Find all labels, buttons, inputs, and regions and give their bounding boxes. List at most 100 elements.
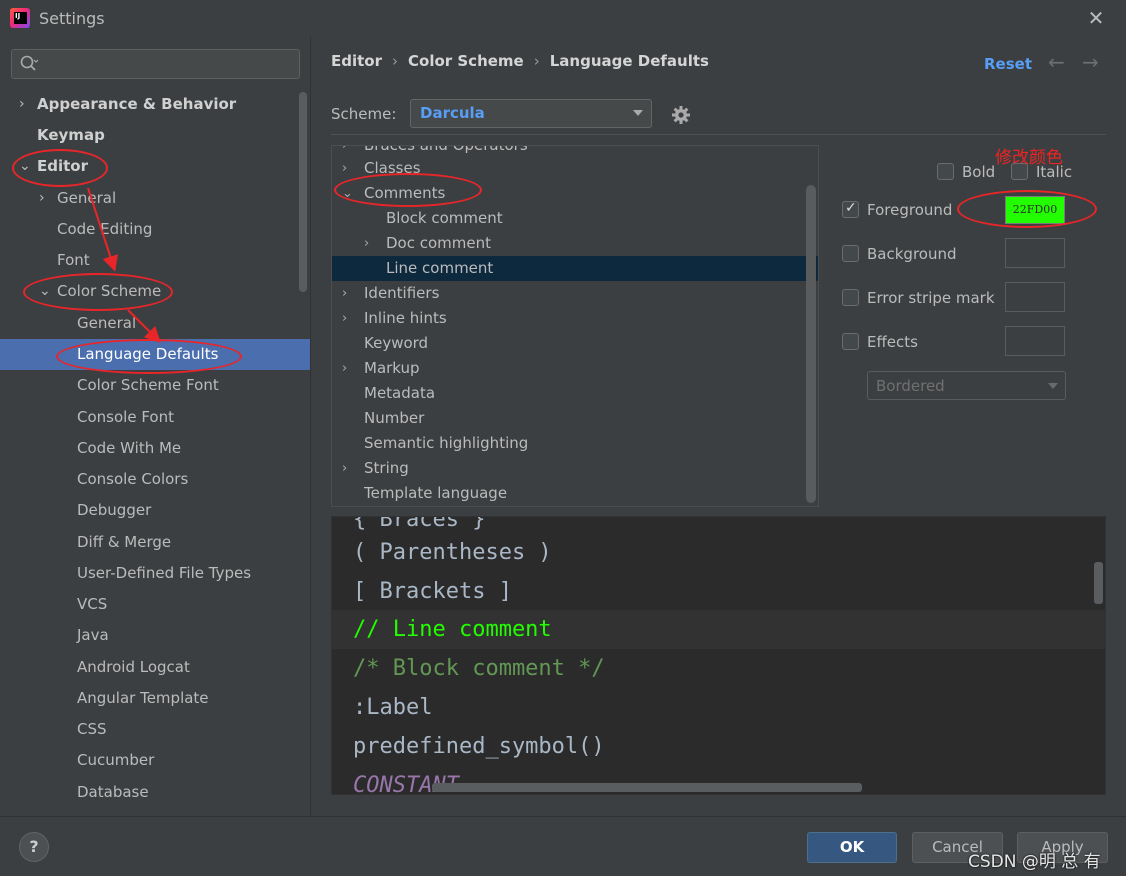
forward-arrow-icon[interactable]: → (1082, 50, 1099, 74)
tree-item-label: Keyword (364, 334, 429, 352)
sidebar-item-label: Cucumber (77, 751, 155, 769)
preview-line-predefined-symbol: predefined_symbol() (353, 734, 605, 759)
sidebar-item-vcs[interactable]: VCS (0, 589, 310, 620)
tree-item-keyword[interactable]: Keyword (332, 331, 818, 356)
sidebar-item-debugger[interactable]: Debugger (0, 495, 310, 526)
sidebar-item-label: VCS (77, 595, 108, 613)
tree-item-number[interactable]: Number (332, 406, 818, 431)
sidebar-item-user-defined-file-types[interactable]: User-Defined File Types (0, 558, 310, 589)
annotation-ellipse-color-scheme (23, 273, 173, 311)
chevron-right-icon: › (342, 286, 348, 301)
search-icon (20, 55, 39, 71)
foreground-checkbox[interactable] (842, 200, 859, 218)
sidebar-item-code-with-me[interactable]: Code With Me (0, 433, 310, 464)
bold-checkbox[interactable] (937, 163, 954, 180)
breadcrumb-editor[interactable]: Editor (331, 52, 382, 70)
tree-item-metadata[interactable]: Metadata (332, 381, 818, 406)
sidebar-item-database[interactable]: Database (0, 777, 310, 808)
sidebar-item-label: General (57, 189, 117, 207)
chevron-right-icon: › (39, 190, 45, 206)
sidebar-item-label: Color Scheme Font (77, 376, 219, 394)
window-title: Settings (39, 9, 105, 28)
tree-item-line-comment[interactable]: Line comment (332, 256, 818, 281)
sidebar-item-cs-general[interactable]: General (0, 308, 310, 339)
tree-item-markup[interactable]: › Markup (332, 356, 818, 381)
preview-horizontal-scrollbar[interactable] (432, 783, 862, 792)
intellij-app-icon (10, 8, 30, 28)
error-stripe-color-swatch[interactable] (1005, 282, 1065, 312)
sidebar-item-appearance-behavior[interactable]: › Appearance & Behavior (0, 89, 310, 120)
sidebar-item-color-scheme-font[interactable]: Color Scheme Font (0, 370, 310, 401)
breadcrumb-separator: › (392, 52, 398, 70)
tree-item-inline-hints[interactable]: › Inline hints (332, 306, 818, 331)
tree-item-label: Block comment (386, 209, 503, 227)
preview-vertical-scrollbar[interactable] (1094, 562, 1103, 604)
background-color-swatch[interactable] (1005, 238, 1065, 268)
tree-item-block-comment[interactable]: Block comment (332, 206, 818, 231)
sidebar-item-keymap[interactable]: Keymap (0, 120, 310, 151)
scheme-select[interactable]: Darcula (410, 99, 652, 128)
title-bar: Settings ✕ (0, 0, 1126, 36)
preview-line-block-comment: /* Block comment */ (353, 656, 605, 681)
sidebar-item-diff-merge[interactable]: Diff & Merge (0, 527, 310, 558)
bold-label: Bold (962, 163, 996, 181)
reset-link[interactable]: Reset (984, 55, 1032, 73)
sidebar-item-label: Angular Template (77, 689, 209, 707)
sidebar-item-android-logcat[interactable]: Android Logcat (0, 652, 310, 683)
tree-item-label: Identifiers (364, 284, 440, 302)
help-button[interactable]: ? (19, 832, 49, 862)
preview-line-label: :Label (353, 695, 433, 720)
breadcrumb: Editor › Color Scheme › Language Defaults (331, 52, 709, 76)
sidebar-item-label: Console Font (77, 408, 174, 426)
annotation-ellipse-comments (334, 173, 482, 207)
tree-item-label: Metadata (364, 384, 436, 402)
header-divider (331, 134, 1106, 135)
tree-scrollbar[interactable] (806, 185, 816, 503)
tree-item-doc-comment[interactable]: › Doc comment (332, 231, 818, 256)
tree-item-semantic-highlighting[interactable]: Semantic highlighting (332, 431, 818, 456)
sidebar-item-font[interactable]: Font (0, 245, 310, 276)
gear-icon[interactable] (670, 104, 692, 126)
annotation-ellipse-editor (12, 149, 108, 187)
tree-item-label: Inline hints (364, 309, 447, 327)
breadcrumb-color-scheme[interactable]: Color Scheme (408, 52, 524, 70)
italic-checkbox[interactable] (1011, 163, 1028, 180)
tree-item-template-language[interactable]: Template language (332, 481, 818, 506)
tree-item-label: Template language (364, 484, 508, 502)
tree-item-label: Number (364, 409, 425, 427)
sidebar-item-label: General (77, 314, 137, 332)
sidebar-item-java[interactable]: Java (0, 620, 310, 651)
tree-item-identifiers[interactable]: › Identifiers (332, 281, 818, 306)
sidebar-item-label: Database (77, 783, 149, 801)
tree-item-string[interactable]: › String (332, 456, 818, 481)
sidebar-item-code-editing[interactable]: Code Editing (0, 214, 310, 245)
close-icon[interactable]: ✕ (1084, 6, 1108, 30)
chevron-right-icon: › (342, 311, 348, 326)
sidebar-item-label: Font (57, 251, 90, 269)
sidebar-item-cucumber[interactable]: Cucumber (0, 745, 310, 776)
effects-checkbox[interactable] (842, 333, 859, 350)
tree-item-label: Doc comment (386, 234, 492, 252)
back-arrow-icon[interactable]: ← (1048, 50, 1065, 74)
code-preview[interactable]: { Braces } ( Parentheses ) [ Brackets ] … (331, 516, 1106, 795)
sidebar-item-console-font[interactable]: Console Font (0, 402, 310, 433)
error-stripe-checkbox[interactable] (842, 289, 859, 306)
sidebar-item-label: User-Defined File Types (77, 564, 252, 582)
sidebar-scrollbar[interactable] (299, 92, 307, 292)
effects-color-swatch[interactable] (1005, 326, 1065, 356)
settings-search-input[interactable] (11, 49, 300, 79)
sidebar-item-general[interactable]: › General (0, 183, 310, 214)
chevron-right-icon: › (342, 461, 348, 476)
sidebar-item-css[interactable]: CSS (0, 714, 310, 745)
italic-label: Italic (1036, 163, 1073, 181)
dropdown-arrow-icon (633, 110, 643, 116)
background-checkbox[interactable] (842, 245, 859, 262)
tree-item-label: Line comment (386, 259, 494, 277)
preview-line-line-comment: // Line comment (353, 617, 552, 642)
sidebar-item-angular-template[interactable]: Angular Template (0, 683, 310, 714)
tree-item-label: Markup (364, 359, 420, 377)
effects-select[interactable]: Bordered (867, 371, 1066, 400)
sidebar-item-label: Diff & Merge (77, 533, 172, 551)
ok-button[interactable]: OK (807, 832, 897, 863)
sidebar-item-console-colors[interactable]: Console Colors (0, 464, 310, 495)
